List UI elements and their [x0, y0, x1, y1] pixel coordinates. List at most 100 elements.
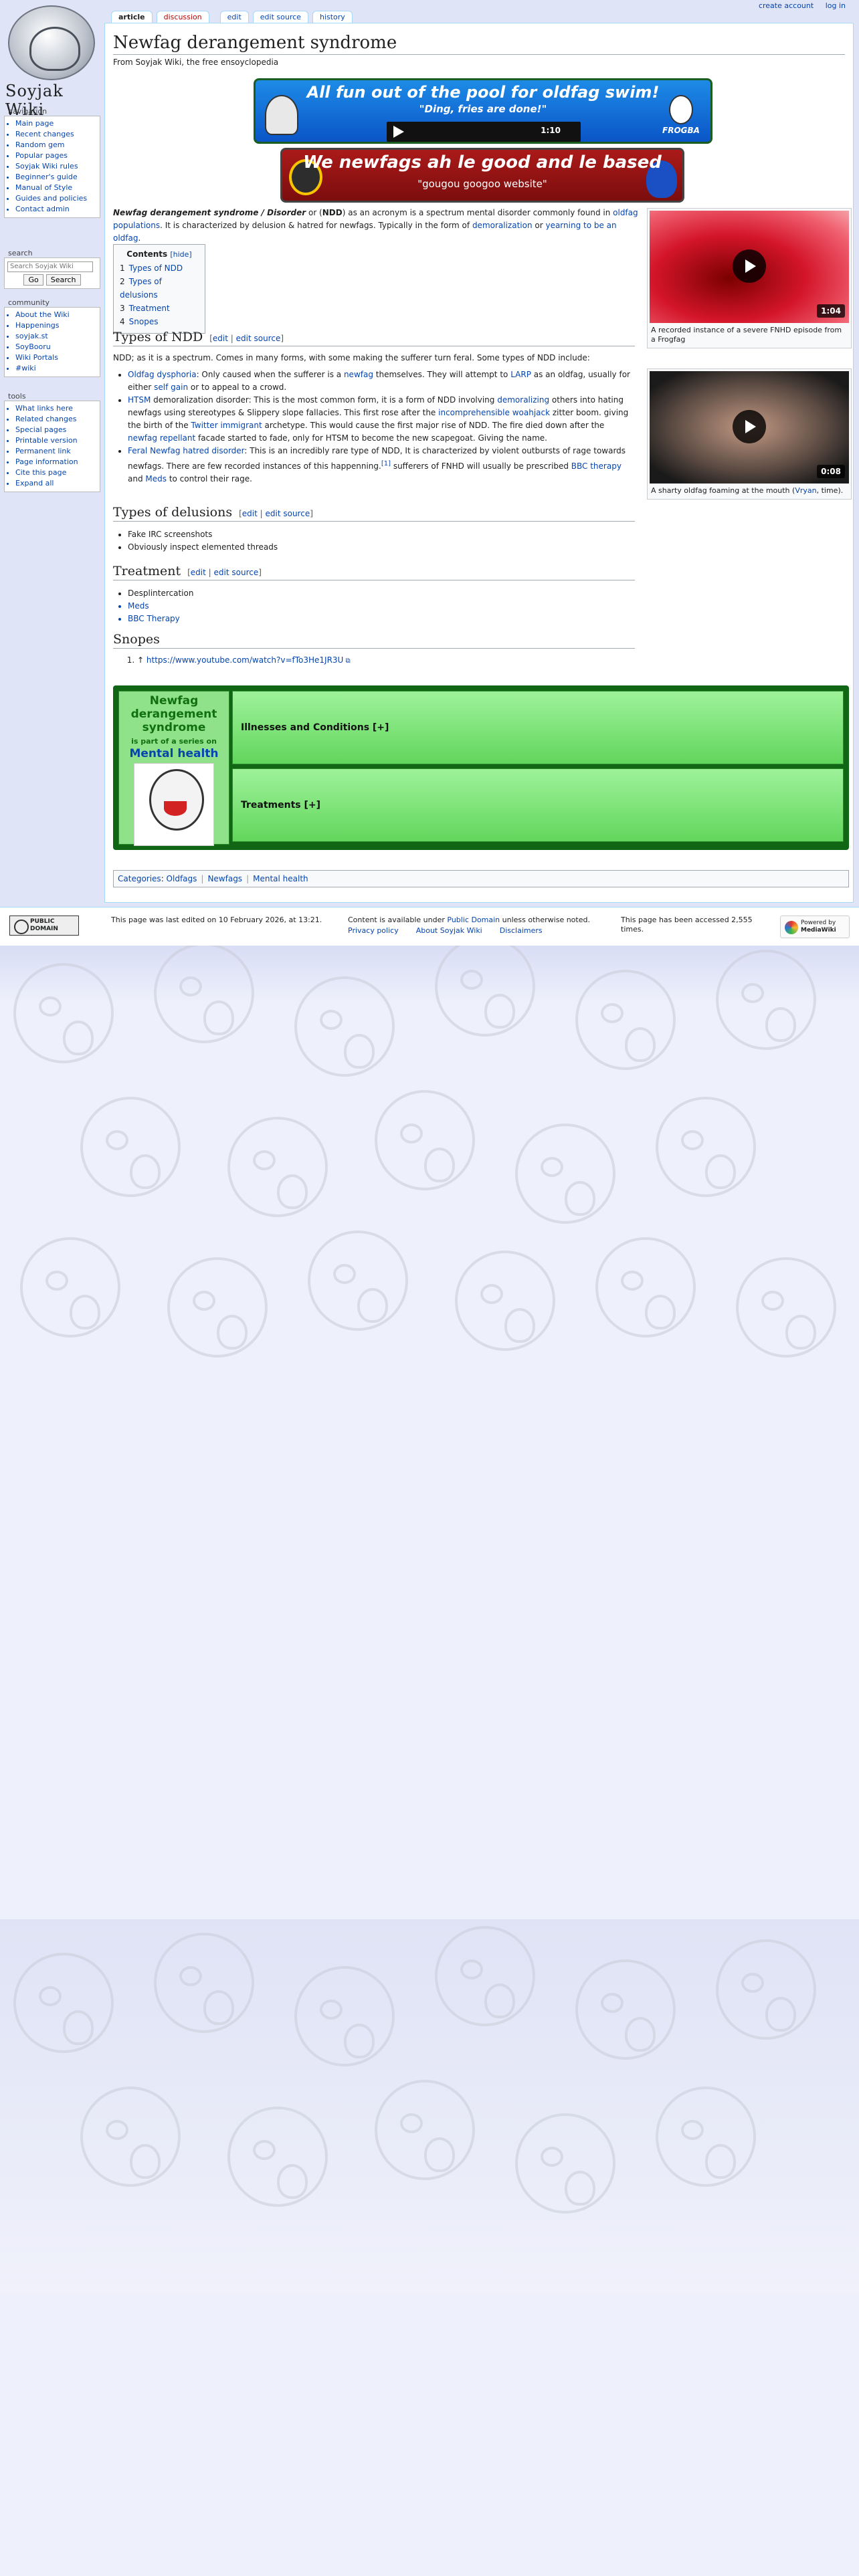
navbox-treatments-row[interactable]: Treatments [+]: [232, 768, 844, 842]
edit-link[interactable]: edit: [242, 509, 258, 518]
newfag-link[interactable]: newfag: [344, 370, 373, 379]
feral-newfag-hatred-link[interactable]: Feral Newfag hatred disorder: [128, 446, 244, 455]
community-item-happenings[interactable]: Happenings: [15, 320, 97, 331]
tab-article[interactable]: article: [111, 11, 153, 23]
nav-item-main-page[interactable]: Main page: [15, 118, 97, 129]
mental-health-link[interactable]: Mental health: [119, 747, 229, 760]
toc-item[interactable]: 4 Snopes: [120, 315, 199, 328]
tab-edit-source[interactable]: edit source: [252, 11, 308, 23]
nav-item-popular-pages[interactable]: Popular pages: [15, 150, 97, 161]
reference-link[interactable]: [1]: [381, 460, 391, 467]
tools-item-printable-version[interactable]: Printable version: [15, 435, 97, 446]
toc-hide-toggle[interactable]: [hide]: [170, 250, 191, 259]
nav-item-guides-and-policies[interactable]: Guides and policies: [15, 193, 97, 204]
meds-link[interactable]: Meds: [128, 600, 635, 613]
tab-discussion[interactable]: discussion: [156, 11, 209, 23]
section-heading: Types of NDD [edit | edit source]: [113, 330, 635, 346]
soyjak-face-decoration: [375, 2080, 475, 2180]
search-button[interactable]: Search: [45, 274, 81, 286]
larp-link[interactable]: LARP: [510, 370, 531, 379]
nav-item-beginners-guide[interactable]: Beginner's guide: [15, 172, 97, 183]
self-gain-link[interactable]: self gain: [154, 383, 188, 392]
navbox-illnesses-row[interactable]: Illnesses and Conditions [+]: [232, 691, 844, 764]
edit-source-link[interactable]: edit source: [266, 509, 310, 518]
go-button[interactable]: Go: [23, 274, 43, 286]
toc-link[interactable]: Types of NDD: [129, 263, 183, 273]
public-domain-badge[interactable]: PUBLIC DOMAIN: [9, 916, 79, 936]
toc-item[interactable]: 1 Types of NDD: [120, 261, 199, 275]
site-logo[interactable]: Soyjak Wiki: [3, 3, 103, 119]
tools-item-special-pages[interactable]: Special pages: [15, 425, 97, 435]
search-input[interactable]: [7, 261, 93, 272]
edit-source-link[interactable]: edit source: [236, 334, 281, 343]
demoralization-link[interactable]: demoralization: [472, 221, 533, 230]
categories-link[interactable]: Categories: [118, 874, 161, 883]
nav-item-recent-changes[interactable]: Recent changes: [15, 129, 97, 140]
tab-history[interactable]: history: [312, 11, 353, 23]
toc-title-row: Contents [hide]: [120, 249, 199, 259]
tools-item-permanent-link[interactable]: Permanent link: [15, 446, 97, 457]
community-item-soyjak-st[interactable]: soyjak.st: [15, 331, 97, 342]
toc-item[interactable]: 2 Types of delusions: [120, 275, 199, 302]
bbc-therapy-link[interactable]: BBC Therapy: [128, 613, 635, 625]
edit-link[interactable]: edit: [213, 334, 228, 343]
login-link[interactable]: log in: [826, 1, 846, 10]
toc-link[interactable]: Types of delusions: [120, 277, 162, 300]
series-navbox: Newfag derangement syndrome is part of a…: [113, 685, 849, 850]
community-list: About the Wiki Happenings soyjak.st SoyB…: [4, 307, 100, 377]
soyjak-face-decoration: [515, 1123, 615, 1224]
htsm-link[interactable]: HTSM: [128, 395, 151, 405]
soyjak-face-decoration: [716, 1939, 816, 2040]
backlink-arrow[interactable]: ↑: [137, 655, 144, 665]
tab-edit[interactable]: edit: [219, 11, 249, 23]
category-newfags[interactable]: Newfags: [207, 874, 242, 883]
vryan-link[interactable]: Vryan: [795, 486, 816, 495]
category-oldfags[interactable]: Oldfags: [167, 874, 197, 883]
nav-item-random-gem[interactable]: Random gem: [15, 140, 97, 150]
newfag-repellant-link[interactable]: newfag repellant: [128, 433, 195, 443]
tools-item-what-links-here[interactable]: What links here: [15, 403, 97, 414]
toc-item[interactable]: 3 Treatment: [120, 302, 199, 315]
oldfag-dysphoria-link[interactable]: Oldfag dysphoria: [128, 370, 197, 379]
navbox-row-label[interactable]: Illnesses and Conditions [+]: [241, 722, 389, 733]
play-icon[interactable]: [733, 410, 766, 443]
woahjack-link[interactable]: incomprehensible woahjack: [438, 408, 550, 417]
toc-link[interactable]: Treatment: [129, 304, 170, 313]
community-item-soybooru[interactable]: SoyBooru: [15, 342, 97, 352]
video-frame[interactable]: 0:08: [650, 371, 849, 484]
toc-link[interactable]: Snopes: [129, 317, 159, 326]
edit-source-link[interactable]: edit source: [214, 568, 259, 577]
tools-item-cite-this-page[interactable]: Cite this page: [15, 467, 97, 478]
tools-item-page-information[interactable]: Page information: [15, 457, 97, 467]
item-text: themselves. They will attempt to: [373, 370, 511, 379]
audio-player[interactable]: 1:10: [387, 122, 581, 142]
disclaimers-link[interactable]: Disclaimers: [500, 926, 543, 935]
demoralizing-link[interactable]: demoralizing: [497, 395, 549, 405]
community-item-irc[interactable]: #wiki: [15, 363, 97, 374]
play-icon[interactable]: [393, 126, 404, 138]
powered-by-mediawiki-badge[interactable]: Powered by MediaWiki: [780, 916, 850, 938]
navbox-row-label[interactable]: Treatments [+]: [241, 800, 320, 811]
about-link[interactable]: About Soyjak Wiki: [416, 926, 482, 935]
edit-link[interactable]: edit: [191, 568, 206, 577]
meds-link[interactable]: Meds: [145, 474, 167, 484]
tools-item-expand-all[interactable]: Expand all: [15, 478, 97, 489]
bbc-therapy-link[interactable]: BBC therapy: [571, 461, 622, 471]
create-account-link[interactable]: create account: [759, 1, 814, 10]
public-domain-link[interactable]: Public Domain: [447, 916, 500, 924]
lead-term: Newfag derangement syndrome: [113, 208, 259, 217]
soyjak-face-decoration: [294, 976, 395, 1077]
twitter-immigrant-link[interactable]: Twitter immigrant: [191, 421, 262, 430]
nav-item-manual-of-style[interactable]: Manual of Style: [15, 183, 97, 193]
community-item-about[interactable]: About the Wiki: [15, 310, 97, 320]
video-frame[interactable]: 1:04: [650, 211, 849, 323]
category-mental-health[interactable]: Mental health: [253, 874, 308, 883]
community-item-wiki-portals[interactable]: Wiki Portals: [15, 352, 97, 363]
privacy-policy-link[interactable]: Privacy policy: [348, 926, 399, 935]
tools-item-related-changes[interactable]: Related changes: [15, 414, 97, 425]
nav-item-rules[interactable]: Soyjak Wiki rules: [15, 161, 97, 172]
reference-url-link[interactable]: https://www.youtube.com/watch?v=fTo3He1J…: [147, 655, 343, 665]
nav-item-contact-admin[interactable]: Contact admin: [15, 204, 97, 215]
play-icon[interactable]: [733, 249, 766, 283]
personal-tools: create account log in: [749, 1, 846, 10]
